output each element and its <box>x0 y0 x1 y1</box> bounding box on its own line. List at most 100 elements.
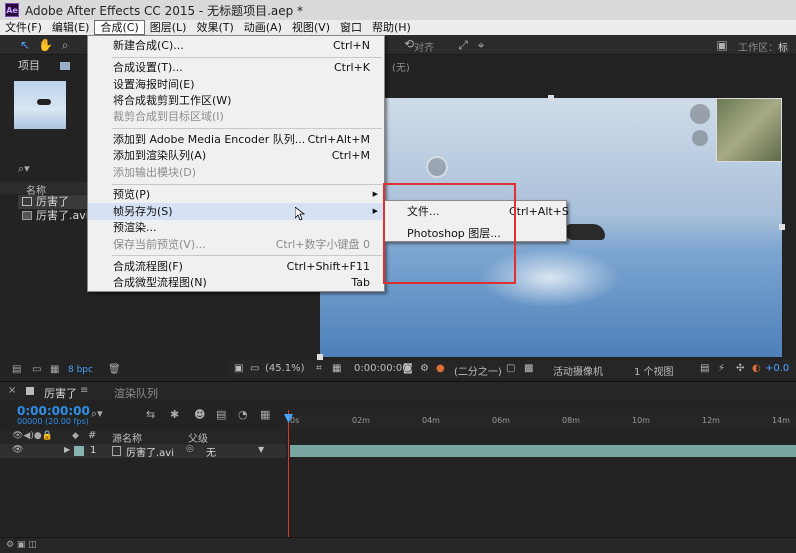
menu-item-add-to-media-encoder[interactable]: 添加到 Adobe Media Encoder 队列... Ctrl+Alt+M <box>88 131 384 148</box>
viewer-tab-none[interactable]: (无) <box>392 59 410 74</box>
menu-composition[interactable]: 合成(C) <box>94 20 145 35</box>
timeline-search-icon[interactable]: ⌕▾ <box>91 407 103 421</box>
color-channel-icon[interactable]: ● <box>436 363 445 374</box>
close-tab-icon[interactable]: × <box>8 385 16 396</box>
frame-blending-icon[interactable]: ▤ <box>216 408 226 421</box>
hand-tool-icon[interactable]: ✋ <box>38 38 53 52</box>
tab-menu-icon[interactable]: ≡ <box>80 385 88 396</box>
layer-name[interactable]: 厉害了.avi <box>126 444 174 459</box>
menu-separator <box>112 57 382 58</box>
draft-3d-icon[interactable]: ✱ <box>170 408 179 421</box>
fast-preview-icon[interactable]: ⚡ <box>718 363 725 374</box>
monitor-icon[interactable]: ▭ <box>250 363 259 374</box>
game-minimap <box>716 98 782 162</box>
region-of-interest-icon[interactable]: ▢ <box>506 363 515 374</box>
camera-icon[interactable]: ▣ <box>715 38 729 52</box>
visibility-icon[interactable]: 👁 <box>12 445 23 455</box>
shy-layers-icon[interactable]: ☻ <box>194 408 205 421</box>
exposure-value[interactable]: +0.0 <box>765 363 789 374</box>
menu-item-new-composition[interactable]: 新建合成(C)... Ctrl+N <box>88 37 384 54</box>
ruler-tick: 14m <box>772 416 790 425</box>
window-title: Adobe After Effects CC 2015 - 无标题项目.aep … <box>25 3 304 18</box>
graph-editor-icon[interactable]: ▦ <box>260 408 270 421</box>
bpc-toggle[interactable]: 8 bpc <box>68 365 93 375</box>
menu-item-preview[interactable]: 预览(P) ▶ <box>88 186 384 203</box>
axis-tool-icon[interactable]: ⤢ <box>456 38 470 52</box>
project-tab[interactable]: 项目 <box>18 57 40 74</box>
column-parent[interactable]: 父级 <box>188 430 208 445</box>
project-search-icon[interactable]: ⌕▾ <box>18 162 30 176</box>
timeline-tab-composition[interactable]: 厉害了 <box>44 385 77 401</box>
selection-tool-icon[interactable]: ↖ <box>18 38 32 52</box>
menu-effect[interactable]: 效果(T) <box>191 20 238 35</box>
menu-item-crop-to-region: 裁剪合成到目标区域(I) <box>113 110 224 123</box>
timeline-fps: 00000 (20.00 fps) <box>17 417 89 426</box>
menu-item-pre-render[interactable]: 预渲染... <box>88 219 384 236</box>
current-time[interactable]: 0:00:00:00 <box>354 363 409 374</box>
project-item-footage[interactable]: 厉害了.avi <box>36 209 89 223</box>
menu-window[interactable]: 窗口 <box>335 20 367 35</box>
menu-edit[interactable]: 编辑(E) <box>47 20 95 35</box>
time-ruler[interactable]: 0s 02m 04m 06m 08m 10m 12m 14m <box>286 409 796 429</box>
parent-select[interactable]: 无 <box>206 444 216 459</box>
ruler-tick: 0s <box>290 416 300 425</box>
parent-dropdown-icon[interactable]: ▼ <box>258 445 264 454</box>
menu-item-save-frame-as[interactable]: 帧另存为(S) ▶ <box>88 203 384 220</box>
menu-item-composition-settings[interactable]: 合成设置(T)... Ctrl+K <box>88 59 384 76</box>
new-composition-icon[interactable]: ▦ <box>50 364 59 375</box>
snap-icon[interactable]: ⌖ <box>474 38 488 52</box>
always-preview-icon[interactable]: ▣ <box>234 363 243 374</box>
toggle-switches-icon[interactable]: ⚙ ▣ ◫ <box>6 540 37 550</box>
hud-button-icon <box>692 130 708 146</box>
canvas-handle-right[interactable] <box>779 224 785 230</box>
layer-label-color[interactable] <box>74 446 84 456</box>
snapshot-icon[interactable]: ◙ <box>403 363 413 374</box>
interpret-footage-icon[interactable]: ▤ <box>12 364 21 375</box>
composition-menu: 新建合成(C)... Ctrl+N 合成设置(T)... Ctrl+K 设置海报时间… <box>87 35 385 292</box>
flowchart-icon[interactable]: ✣ <box>736 363 744 374</box>
zoom-tool-icon[interactable]: ⌕ <box>58 38 72 52</box>
project-item-composition[interactable]: 厉害了 <box>36 195 69 209</box>
resolution-select[interactable]: (二分之一) <box>454 363 502 378</box>
menu-view[interactable]: 视图(V) <box>287 20 335 35</box>
mouse-cursor-icon <box>295 207 305 221</box>
menu-animation[interactable]: 动画(A) <box>239 20 287 35</box>
zoom-level[interactable]: (45.1%) <box>265 363 305 374</box>
grid-icon[interactable]: ⌗ <box>316 363 322 374</box>
pickwhip-icon[interactable]: ◎ <box>186 444 194 454</box>
menu-item-mini-flowchart[interactable]: 合成微型流程图(N) Tab <box>88 274 384 291</box>
delete-icon[interactable]: 🗑 <box>108 364 121 375</box>
highlight-annotation-box <box>383 183 516 284</box>
canvas-handle-top[interactable] <box>548 95 554 101</box>
timeline-timecode[interactable]: 0:00:00:00 <box>17 404 90 418</box>
view-layout-select[interactable]: 1 个视图 <box>634 363 674 378</box>
menu-item-set-poster-time[interactable]: 设置海报时间(E) <box>88 76 384 93</box>
menu-item-add-to-render-queue[interactable]: 添加到渲染队列(A) Ctrl+M <box>88 147 384 164</box>
menu-item-trim-to-work-area[interactable]: 将合成裁剪到工作区(W) <box>88 92 384 109</box>
expand-chevron-icon[interactable]: ▶ <box>64 445 70 454</box>
playhead[interactable] <box>288 410 289 545</box>
camera-select[interactable]: 活动摄像机 <box>553 363 603 378</box>
menu-help[interactable]: 帮助(H) <box>367 20 416 35</box>
toggle-transparency-icon[interactable]: ▦ <box>332 363 341 374</box>
menu-file[interactable]: 文件(F) <box>0 20 47 35</box>
composition-mini-flowchart-icon[interactable]: ⇆ <box>146 408 155 421</box>
hud-compass-icon <box>426 156 448 178</box>
layer-duration-bar[interactable] <box>290 445 796 457</box>
transparency-grid-icon[interactable]: ▩ <box>524 363 533 374</box>
layer-row[interactable]: 👁 ▶ 1 厉害了.avi ◎ 无 ▼ <box>0 444 286 459</box>
av-switches-icon[interactable]: 👁◀)●🔒 <box>12 431 53 441</box>
view-options-icon[interactable]: ▤ <box>700 363 709 374</box>
ruler-tick: 02m <box>352 416 370 425</box>
project-thumbnail <box>14 81 66 129</box>
ruler-tick: 06m <box>492 416 510 425</box>
column-source-name[interactable]: 源名称 <box>112 430 142 445</box>
align-label[interactable]: 对齐 <box>414 39 434 54</box>
channel-icon[interactable]: ⚙ <box>420 363 429 374</box>
new-folder-icon[interactable]: ▭ <box>32 364 41 375</box>
menu-item-composition-flowchart[interactable]: 合成流程图(F) Ctrl+Shift+F11 <box>88 258 384 275</box>
exposure-reset-icon[interactable]: ◐ <box>752 363 761 374</box>
motion-blur-icon[interactable]: ◔ <box>238 408 248 421</box>
render-queue-tab[interactable]: 渲染队列 <box>114 385 158 401</box>
menu-layer[interactable]: 图层(L) <box>145 20 192 35</box>
